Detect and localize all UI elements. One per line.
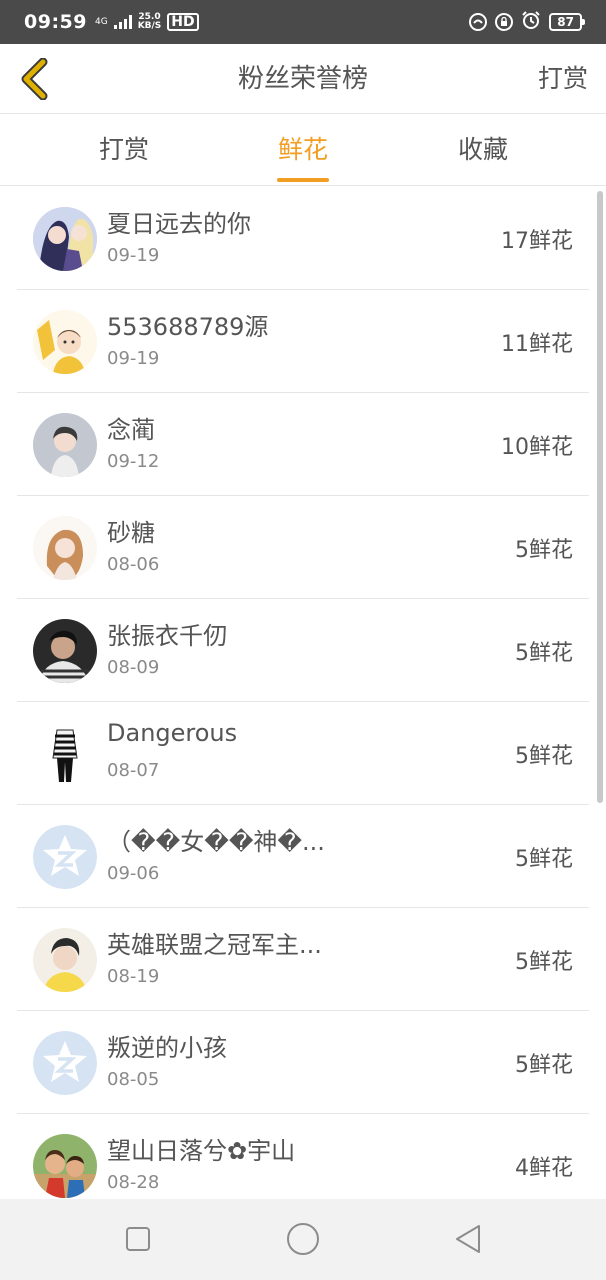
avatar bbox=[33, 619, 97, 683]
flower-count: 5鲜花 bbox=[515, 950, 573, 975]
flower-count: 5鲜花 bbox=[515, 641, 573, 666]
flower-count: 5鲜花 bbox=[515, 847, 573, 872]
top-app-bar: 粉丝荣誉榜 打赏 bbox=[0, 44, 606, 114]
triangle-back-icon bbox=[456, 1225, 480, 1253]
avatar bbox=[33, 1134, 97, 1198]
fan-name: 张振衣千仞 bbox=[107, 622, 227, 650]
signal-icon bbox=[113, 15, 132, 29]
list-item[interactable]: 望山日落兮✿宇山 08-28 4鲜花 bbox=[17, 1114, 589, 1199]
back-button[interactable] bbox=[14, 56, 54, 102]
recent-apps-button[interactable] bbox=[116, 1219, 160, 1259]
tab-favorites[interactable]: 收藏 bbox=[403, 114, 563, 186]
fan-list[interactable]: 夏日远去的你 09-19 17鲜花 553688789源 09-19 11鲜花 … bbox=[0, 187, 606, 1199]
page-title: 粉丝荣誉榜 bbox=[237, 64, 368, 94]
flower-count: 5鲜花 bbox=[515, 744, 573, 769]
list-item[interactable]: 英雄联盟之冠军主... 08-19 5鲜花 bbox=[17, 908, 589, 1011]
alarm-icon bbox=[521, 10, 541, 34]
list-item[interactable]: Dangerous 08-07 5鲜花 bbox=[17, 702, 589, 805]
fan-date: 09-12 bbox=[107, 451, 160, 472]
fan-date: 08-06 bbox=[107, 554, 160, 575]
battery-icon: 87 bbox=[549, 13, 585, 31]
flower-count: 10鲜花 bbox=[501, 435, 573, 460]
active-tab-indicator bbox=[277, 178, 329, 182]
avatar bbox=[33, 516, 97, 580]
circle-icon bbox=[287, 1223, 319, 1255]
home-button[interactable] bbox=[281, 1219, 325, 1259]
flower-count: 17鲜花 bbox=[501, 229, 573, 254]
default-avatar bbox=[33, 825, 97, 889]
flower-count: 4鲜花 bbox=[515, 1156, 573, 1181]
hd-icon: HD bbox=[167, 13, 199, 31]
fan-date: 09-06 bbox=[107, 863, 160, 884]
lock-rotation-icon bbox=[495, 13, 514, 31]
tab-label: 收藏 bbox=[457, 135, 508, 164]
network-type: 4G bbox=[94, 16, 108, 27]
default-avatar bbox=[33, 1031, 97, 1095]
fan-name: Dangerous bbox=[107, 719, 238, 747]
list-item[interactable]: （��女��神�... 09-06 5鲜花 bbox=[17, 805, 589, 908]
list-item[interactable]: 叛逆的小孩 08-05 5鲜花 bbox=[17, 1011, 589, 1114]
speed-unit: KB/S bbox=[137, 21, 162, 31]
back-nav-button[interactable] bbox=[446, 1219, 490, 1259]
fan-name: 夏日远去的你 bbox=[107, 210, 251, 238]
chevron-left-icon bbox=[21, 58, 48, 100]
avatar bbox=[33, 413, 97, 477]
flower-count: 5鲜花 bbox=[515, 538, 573, 563]
status-time: 09:59 bbox=[24, 11, 87, 33]
tab-label: 鲜花 bbox=[277, 135, 328, 164]
tab-reward[interactable]: 打赏 bbox=[44, 114, 204, 186]
tab-label: 打赏 bbox=[98, 135, 149, 164]
system-navigation-bar bbox=[0, 1199, 606, 1280]
fan-name: 砂糖 bbox=[107, 519, 155, 547]
list-item[interactable]: 夏日远去的你 09-19 17鲜花 bbox=[17, 187, 589, 290]
fan-name: 英雄联盟之冠军主... bbox=[107, 931, 322, 959]
fan-date: 08-09 bbox=[107, 657, 160, 678]
square-icon bbox=[126, 1227, 150, 1251]
fan-date: 08-28 bbox=[107, 1172, 160, 1193]
fan-date: 08-07 bbox=[107, 760, 160, 781]
fan-date: 09-19 bbox=[107, 348, 160, 369]
fan-date: 08-19 bbox=[107, 966, 160, 987]
fan-name: 553688789源 bbox=[107, 313, 269, 341]
list-item[interactable]: 砂糖 08-06 5鲜花 bbox=[17, 496, 589, 599]
reward-button[interactable]: 打赏 bbox=[538, 44, 588, 114]
status-bar: 09:59 4G 25.0 KB/S HD 87 bbox=[0, 0, 606, 44]
avatar bbox=[33, 722, 97, 786]
flower-count: 11鲜花 bbox=[501, 332, 573, 357]
fan-date: 08-05 bbox=[107, 1069, 160, 1090]
list-item[interactable]: 念蔺 09-12 10鲜花 bbox=[17, 393, 589, 496]
fan-name: 念蔺 bbox=[107, 416, 155, 444]
tab-flowers[interactable]: 鲜花 bbox=[223, 114, 383, 186]
avatar bbox=[33, 928, 97, 992]
fan-date: 09-19 bbox=[107, 245, 160, 266]
avatar bbox=[33, 207, 97, 271]
data-saver-icon bbox=[469, 13, 488, 31]
fan-name: 叛逆的小孩 bbox=[107, 1034, 227, 1062]
fan-name: 望山日落兮✿宇山 bbox=[107, 1137, 296, 1165]
flower-count: 5鲜花 bbox=[515, 1053, 573, 1078]
network-speed: 25.0 KB/S bbox=[138, 13, 162, 31]
list-item[interactable]: 张振衣千仞 08-09 5鲜花 bbox=[17, 599, 589, 702]
scrollbar[interactable] bbox=[597, 191, 603, 803]
avatar bbox=[33, 310, 97, 374]
fan-name: （��女��神�... bbox=[107, 828, 325, 856]
tab-bar: 打赏 鲜花 收藏 bbox=[0, 114, 606, 186]
list-item[interactable]: 553688789源 09-19 11鲜花 bbox=[17, 290, 589, 393]
